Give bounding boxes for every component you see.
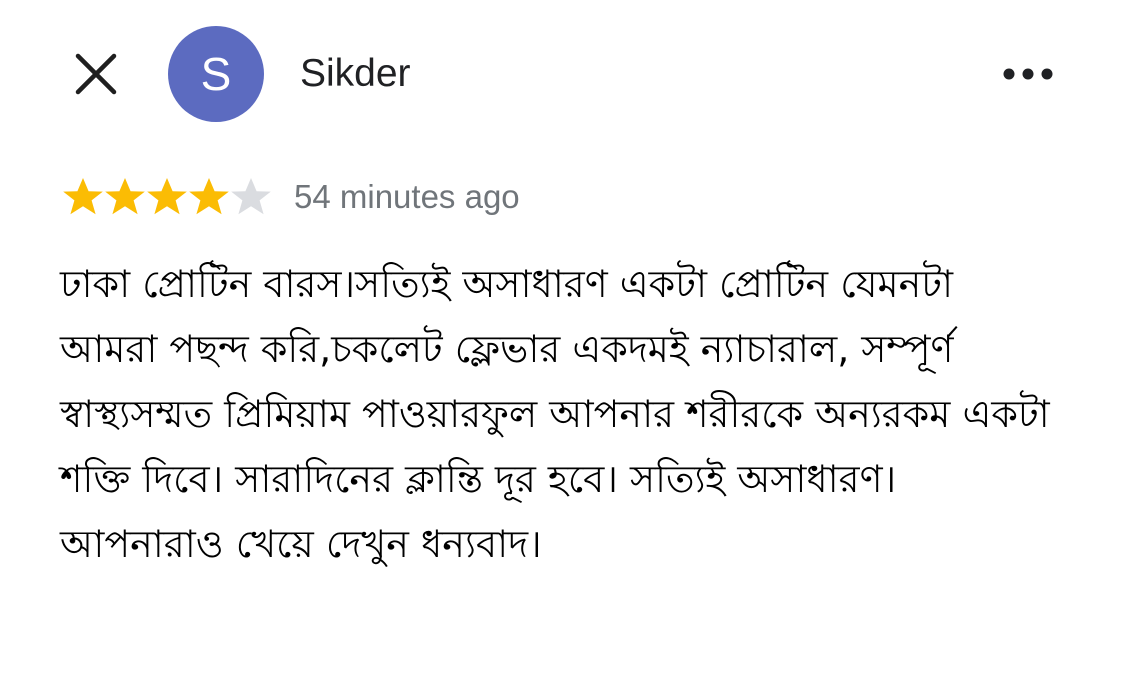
review-timestamp: 54 minutes ago: [294, 178, 520, 215]
star-filled-icon: [63, 178, 103, 215]
star-filled-icon: [147, 178, 187, 215]
reviewer-name[interactable]: Sikder: [300, 50, 411, 98]
review-body: ঢাকা প্রোটিন বারস।সত্যিই অসাধারণ একটা প্…: [60, 262, 1062, 566]
more-options-button[interactable]: [996, 50, 1060, 98]
close-icon: [75, 53, 117, 95]
review-header: S Sikder: [0, 0, 1125, 150]
star-filled-icon: [189, 178, 229, 215]
star-filled-icon: [105, 178, 145, 215]
avatar[interactable]: S: [168, 26, 264, 122]
more-horizontal-icon: [1003, 68, 1053, 80]
star-rating: [62, 176, 272, 218]
star-empty-icon: [231, 178, 271, 215]
rating-row: 54 minutes ago: [62, 172, 520, 222]
close-button[interactable]: [66, 44, 126, 104]
